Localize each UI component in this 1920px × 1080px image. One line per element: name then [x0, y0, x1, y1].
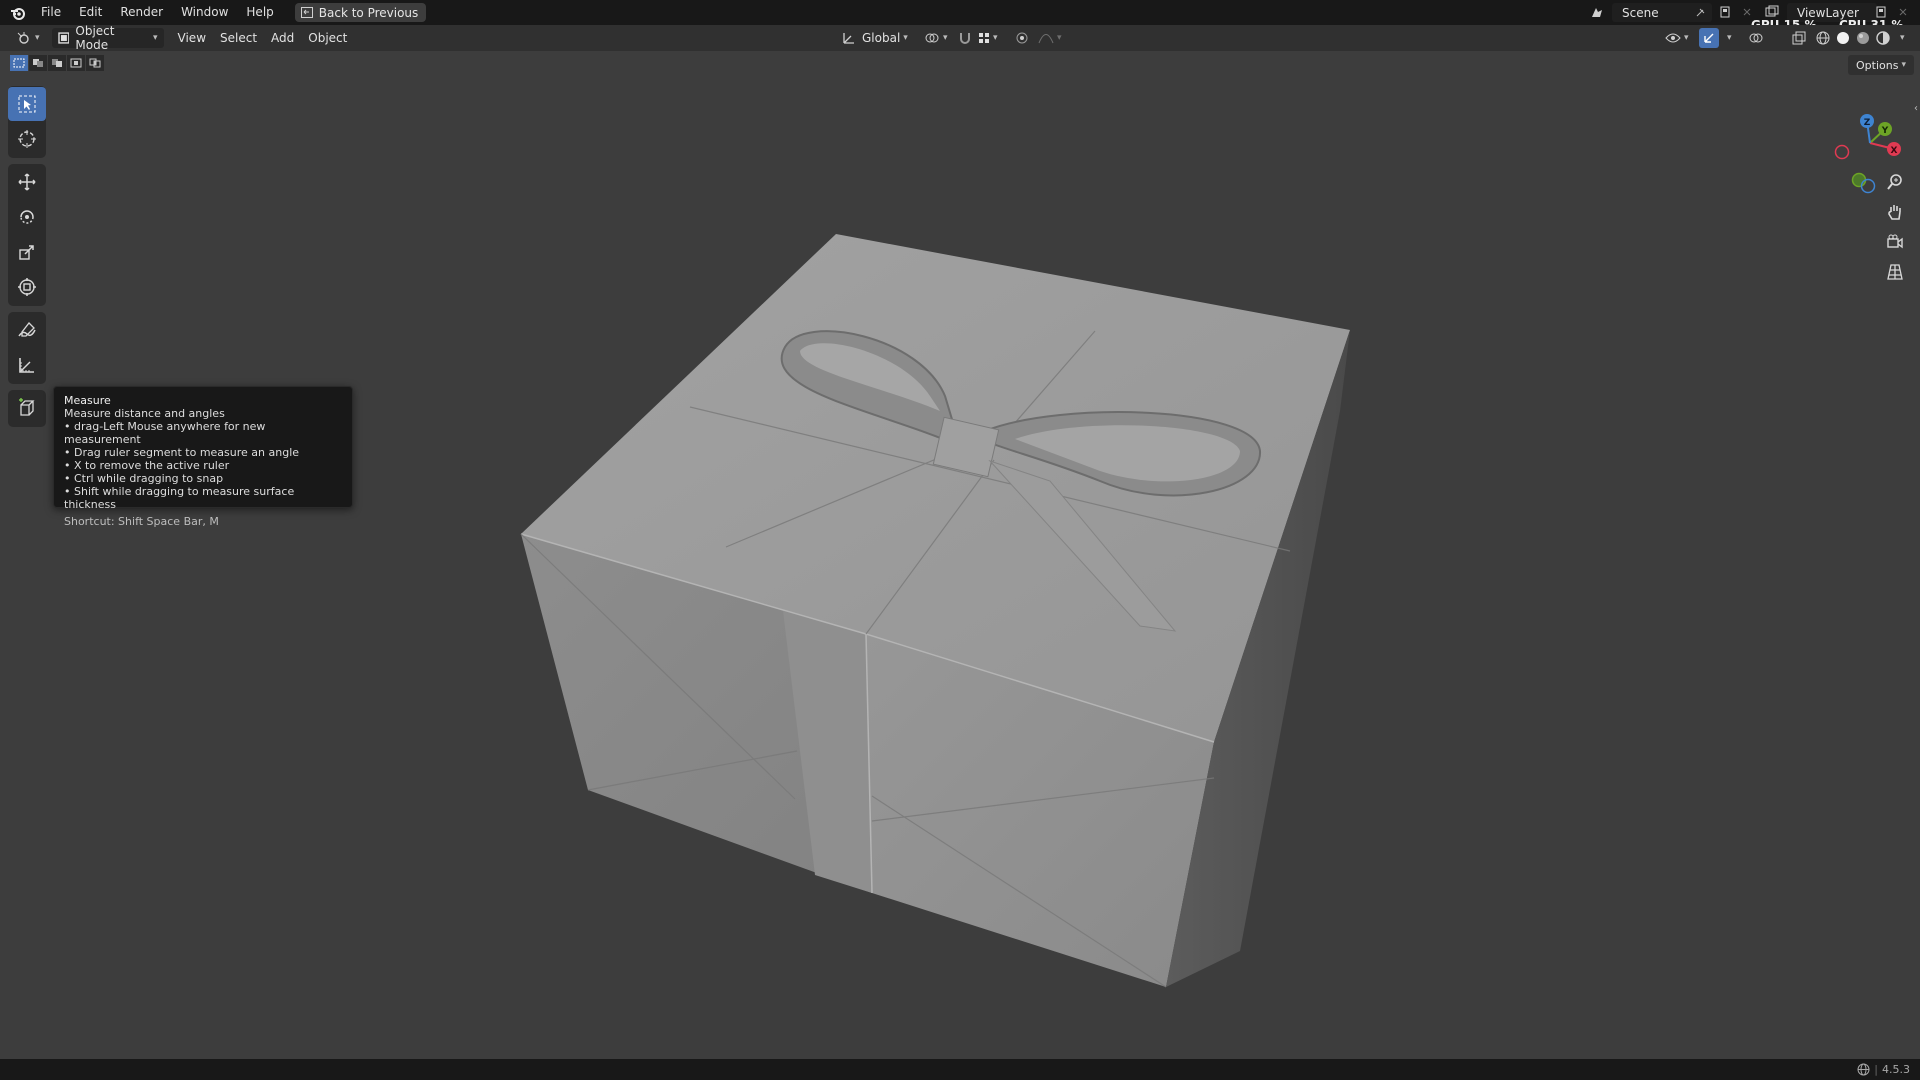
pan-button[interactable]: [1880, 198, 1910, 226]
snap-target-dropdown[interactable]: ▾: [972, 28, 1004, 48]
hand-icon: [1888, 205, 1901, 220]
falloff-dropdown[interactable]: ▾: [1032, 28, 1068, 48]
axis-x-label: X: [1891, 146, 1898, 156]
chevron-down-icon: ▾: [1901, 60, 1906, 70]
rendered-shading-icon: [1876, 31, 1890, 45]
header-menu-view[interactable]: View: [172, 28, 212, 48]
editor-type-dropdown[interactable]: ▾: [10, 28, 46, 48]
material-shading-icon: [1857, 32, 1869, 44]
version-info: | 4.5.3: [1857, 1063, 1910, 1076]
overlays-icon: [1749, 33, 1763, 43]
snap-grid-icon: [979, 33, 989, 43]
gizmo-icon: [1704, 33, 1714, 43]
back-to-previous-label: Back to Previous: [318, 5, 419, 20]
gift-box-model[interactable]: [0, 51, 1920, 1059]
chevron-down-icon: ▾: [993, 33, 998, 43]
status-separator: |: [1874, 1063, 1878, 1076]
menu-window[interactable]: Window: [172, 0, 237, 25]
proportional-editing-toggle[interactable]: [1012, 28, 1032, 48]
menu-file[interactable]: File: [32, 0, 70, 25]
blender-logo-icon[interactable]: [4, 0, 32, 25]
menu-help[interactable]: Help: [237, 0, 282, 25]
viewport-header: ▾ Object Mode ▾ View Select Add Object G…: [0, 24, 1920, 52]
solid-shading-icon: [1837, 32, 1849, 44]
axis-z-label: Z: [1864, 118, 1871, 128]
orientation-axes-icon: [843, 33, 854, 44]
wireframe-shading-icon: [1816, 31, 1830, 45]
proportional-editing-icon: [1016, 32, 1028, 44]
menu-edit[interactable]: Edit: [70, 0, 111, 25]
transform-orientation-label: Global: [862, 31, 901, 45]
shading-material-button[interactable]: [1853, 28, 1873, 48]
scene-icon[interactable]: [1587, 2, 1607, 22]
3d-viewport-icon: [17, 32, 29, 44]
grid-perspective-icon: [1887, 264, 1903, 280]
pivot-point-dropdown[interactable]: ▾: [918, 28, 954, 48]
scene-field[interactable]: Scene: [1612, 3, 1712, 22]
camera-icon: [1887, 234, 1903, 249]
show-overlays-toggle[interactable]: [1746, 28, 1766, 48]
xray-icon: [1792, 31, 1806, 45]
sidebar-toggle-icon[interactable]: ‹: [1914, 103, 1918, 114]
visibility-dropdown[interactable]: ▾: [1659, 28, 1695, 48]
pin-icon[interactable]: [1695, 7, 1706, 18]
chevron-down-icon: ▾: [1684, 33, 1689, 43]
camera-view-button[interactable]: [1880, 228, 1910, 256]
chevron-down-icon: ▾: [1057, 33, 1062, 43]
options-label: Options: [1856, 58, 1899, 72]
axis-neg-y-handle[interactable]: [1851, 172, 1867, 188]
chevron-down-icon[interactable]: ▾: [1727, 33, 1732, 43]
magnet-icon: [960, 33, 970, 44]
shading-wireframe-button[interactable]: [1813, 28, 1833, 48]
eye-icon: [1665, 33, 1681, 43]
chevron-down-icon: ▾: [153, 33, 158, 43]
chevron-down-icon: ▾: [943, 33, 948, 43]
back-to-previous-button[interactable]: Back to Previous: [294, 3, 427, 22]
header-menu-object[interactable]: Object: [302, 28, 353, 48]
zoom-button[interactable]: [1880, 168, 1910, 196]
perspective-toggle-button[interactable]: [1880, 258, 1910, 286]
falloff-curve-icon: [1038, 34, 1054, 44]
object-mode-label: Object Mode: [75, 24, 115, 52]
zoom-icon: [1887, 174, 1902, 190]
header-menu-add[interactable]: Add: [265, 28, 300, 48]
xray-toggle[interactable]: [1789, 28, 1809, 48]
chevron-down-icon[interactable]: ▾: [1900, 33, 1905, 43]
version-label: 4.5.3: [1882, 1063, 1910, 1076]
pivot-point-icon: [925, 33, 939, 43]
object-mode-icon: [57, 32, 70, 44]
axis-y-label: Y: [1881, 126, 1889, 136]
top-menu-bar: File Edit Render Window Help Back to Pre…: [0, 0, 1920, 32]
transform-orientation-dropdown[interactable]: Global ▾: [836, 28, 914, 48]
new-scene-icon[interactable]: [1715, 2, 1735, 22]
status-bar: | 4.5.3: [0, 1059, 1920, 1080]
show-gizmo-toggle[interactable]: [1699, 28, 1719, 48]
options-dropdown[interactable]: Options ▾: [1848, 55, 1914, 75]
shading-solid-button[interactable]: [1833, 28, 1853, 48]
scene-name: Scene: [1622, 5, 1659, 20]
shading-rendered-button[interactable]: [1873, 28, 1893, 48]
chevron-down-icon: ▾: [35, 33, 40, 43]
screen-back-icon: [300, 7, 313, 18]
axis-neg-z-handle[interactable]: [1860, 178, 1876, 194]
3d-viewport[interactable]: Measure Measure distance and angles • dr…: [0, 51, 1920, 1059]
header-menu-select[interactable]: Select: [214, 28, 263, 48]
axis-neg-x-handle[interactable]: [1834, 144, 1850, 160]
object-mode-dropdown[interactable]: Object Mode ▾: [51, 24, 164, 52]
chevron-down-icon: ▾: [903, 33, 908, 43]
menu-render[interactable]: Render: [111, 0, 172, 25]
network-globe-icon: [1857, 1063, 1870, 1076]
